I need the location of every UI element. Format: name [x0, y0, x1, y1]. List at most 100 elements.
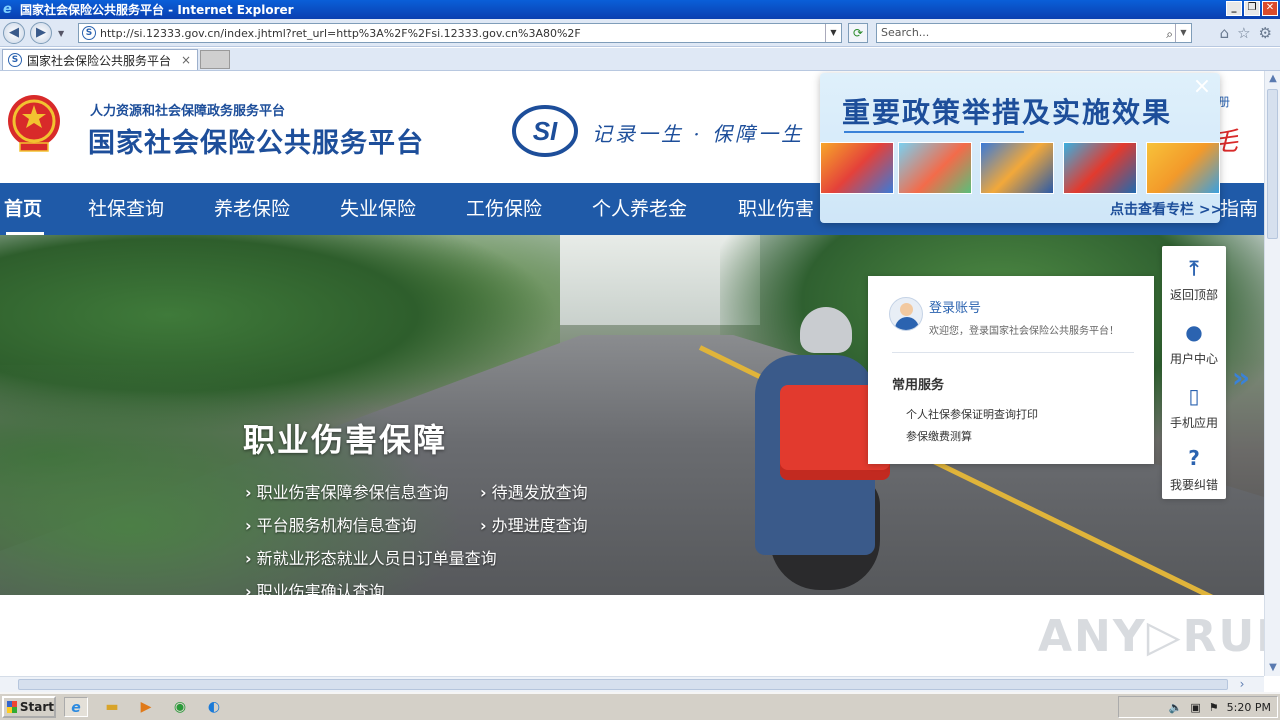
taskbar-edge-icon[interactable]: ◐ — [202, 697, 226, 717]
tab-title: 国家社会保险公共服务平台 — [27, 53, 172, 68]
favorites-star-icon[interactable]: ☆ — [1237, 24, 1250, 42]
address-toolbar: ◀ ▶ ▼ S http://si.12333.gov.cn/index.jht… — [0, 19, 1280, 47]
volume-icon[interactable]: 🔈 — [1169, 701, 1183, 714]
horizontal-scrollbar[interactable]: ‹ › — [0, 676, 1264, 692]
tools-gear-icon[interactable]: ⚙ — [1259, 24, 1272, 42]
si-logo-text: SI — [533, 116, 558, 146]
taskbar-folder-icon[interactable]: ▬ — [100, 697, 124, 717]
close-window-button[interactable]: ✕ — [1262, 1, 1278, 16]
anyrun-watermark: ANY▷RUN — [1038, 611, 1264, 662]
banner-link-progress-query[interactable]: 办理进度查询 — [480, 512, 588, 536]
network-icon[interactable]: ▣ — [1190, 701, 1200, 714]
tab-favicon-icon: S — [8, 53, 22, 67]
start-button[interactable]: Start — [2, 696, 56, 718]
login-link[interactable]: 登录账号 — [929, 297, 981, 316]
start-label: Start — [19, 700, 54, 714]
popup-underline — [844, 131, 1024, 133]
divider — [892, 352, 1134, 353]
nav-unemployment-insurance[interactable]: 失业保险 — [340, 183, 416, 235]
nav-occupational-injury[interactable]: 职业伤害 — [738, 183, 814, 235]
banner-link-agency-query[interactable]: 平台服务机构信息查询 — [245, 512, 417, 536]
popup-thumbnail — [980, 142, 1054, 194]
national-emblem-icon — [8, 95, 60, 152]
popup-thumbnail — [820, 142, 894, 194]
back-to-top-button[interactable]: ⤒ 返回顶部 — [1162, 246, 1226, 308]
site-favicon-icon: S — [82, 26, 96, 40]
restore-button[interactable]: ❐ — [1244, 1, 1260, 16]
tab-bar: S 国家社会保险公共服务平台 × — [0, 48, 1280, 71]
mobile-app-button[interactable]: ▯ 手机应用 — [1162, 374, 1226, 436]
nav-social-security-query[interactable]: 社保查询 — [88, 183, 164, 235]
address-input[interactable]: S http://si.12333.gov.cn/index.jhtml?ret… — [78, 23, 842, 43]
refresh-button[interactable]: ⟳ — [848, 23, 868, 43]
back-to-top-label: 返回顶部 — [1169, 288, 1218, 302]
forward-button[interactable]: ▶ — [30, 22, 52, 44]
nav-pension-insurance[interactable]: 养老保险 — [214, 183, 290, 235]
back-button[interactable]: ◀ — [3, 22, 25, 44]
refresh-icon: ⟳ — [852, 26, 864, 40]
new-tab-button[interactable] — [200, 50, 230, 69]
scroll-down-icon[interactable]: ▼ — [1265, 660, 1280, 676]
site-slogan: 记录一生 · 保障一生 — [592, 122, 805, 146]
policy-popup[interactable]: 重要政策举措及实施效果 × 点击查看专栏 >> — [820, 73, 1220, 223]
popup-thumbnail — [1063, 142, 1137, 194]
clock[interactable]: 5:20 PM — [1227, 701, 1271, 714]
flag-icon[interactable]: ⚑ — [1209, 701, 1219, 714]
back-arrow-icon: ◀ — [9, 25, 19, 40]
phone-icon: ▯ — [1188, 384, 1200, 408]
service-link-contribution-calc[interactable]: 参保缴费测算 — [906, 428, 972, 444]
banner-link-benefit-query[interactable]: 待遇发放查询 — [480, 479, 588, 503]
nav-home[interactable]: 首页 — [4, 183, 45, 235]
history-dropdown-icon[interactable]: ▼ — [58, 29, 64, 38]
mobile-app-label: 手机应用 — [1169, 416, 1218, 430]
banner-link-injury-confirmation-query[interactable]: 职业伤害确认查询 — [245, 578, 385, 595]
service-link-certificate-print[interactable]: 个人社保参保证明查询打印 — [906, 406, 1038, 422]
banner-next-arrow-icon[interactable]: » — [1232, 361, 1250, 394]
window-titlebar: e 国家社会保险公共服务平台 - Internet Explorer _ ❐ ✕ — [0, 0, 1280, 19]
forward-arrow-icon: ▶ — [36, 25, 46, 40]
nav-guide[interactable]: 指南 — [1220, 183, 1258, 235]
banner-title: 职业伤害保障 — [243, 421, 448, 459]
banner-helmet — [800, 307, 852, 353]
vertical-scroll-thumb[interactable] — [1267, 89, 1278, 239]
popup-title: 重要政策举措及实施效果 — [842, 96, 1173, 129]
popup-view-column-link[interactable]: 点击查看专栏 >> — [1110, 199, 1220, 219]
browser-toolbar-icons: ⌂ ☆ ⚙ — [1220, 24, 1272, 42]
minimize-button[interactable]: _ — [1226, 1, 1242, 16]
question-icon: ? — [1188, 446, 1200, 470]
common-services-title: 常用服务 — [892, 378, 945, 393]
taskbar-chrome-icon[interactable]: ◉ — [168, 697, 192, 717]
browser-tab[interactable]: S 国家社会保险公共服务平台 × — [2, 49, 198, 70]
scroll-up-icon[interactable]: ▲ — [1265, 71, 1280, 87]
tab-close-icon[interactable]: × — [181, 53, 191, 67]
scroll-right-icon[interactable]: › — [1234, 677, 1250, 693]
page-viewport: 人力资源和社会保障政务服务平台 国家社会保险公共服务平台 SI 记录一生 · 保… — [0, 71, 1264, 676]
window-title: 国家社会保险公共服务平台 - Internet Explorer — [20, 3, 294, 17]
nav-personal-pension[interactable]: 个人养老金 — [592, 183, 687, 235]
banner-link-daily-orders-query[interactable]: 新就业形态就业人员日订单量查询 — [245, 545, 497, 569]
login-card: 登录账号 欢迎您，登录国家社会保险公共服务平台！ 常用服务 个人社保参保证明查询… — [868, 276, 1154, 464]
system-tray: 🔈 ▣ ⚑ 5:20 PM — [1118, 696, 1278, 718]
horizontal-scroll-thumb[interactable] — [18, 679, 1228, 690]
welcome-text: 欢迎您，登录国家社会保险公共服务平台！ — [929, 326, 1119, 337]
vertical-scrollbar[interactable]: ▲ ▼ — [1264, 71, 1280, 676]
ie-logo-icon: e — [3, 1, 12, 17]
address-dropdown-icon[interactable]: ▼ — [825, 24, 841, 42]
nav-injury-insurance[interactable]: 工伤保险 — [466, 183, 542, 235]
popup-close-icon[interactable]: × — [1190, 75, 1214, 99]
search-icon[interactable]: ⌕ — [1166, 25, 1173, 43]
taskbar-ie-icon[interactable]: e — [64, 697, 88, 717]
user-icon: ● — [1185, 320, 1203, 344]
taskbar-media-player-icon[interactable]: ▶ — [134, 697, 158, 717]
site-title[interactable]: 国家社会保险公共服务平台 — [88, 121, 424, 160]
windows-logo-icon — [7, 701, 17, 713]
banner-link-enrollment-query[interactable]: 职业伤害保障参保信息查询 — [245, 479, 449, 503]
search-placeholder: Search... — [881, 26, 930, 39]
si-logo-icon: SI — [512, 105, 578, 157]
user-center-button[interactable]: ● 用户中心 — [1162, 310, 1226, 372]
report-error-label: 我要纠错 — [1169, 478, 1218, 492]
search-input[interactable]: Search... ⌕ ▼ — [876, 23, 1192, 43]
home-icon[interactable]: ⌂ — [1220, 24, 1230, 42]
report-error-button[interactable]: ? 我要纠错 — [1162, 436, 1226, 498]
search-dropdown-icon[interactable]: ▼ — [1175, 24, 1191, 42]
